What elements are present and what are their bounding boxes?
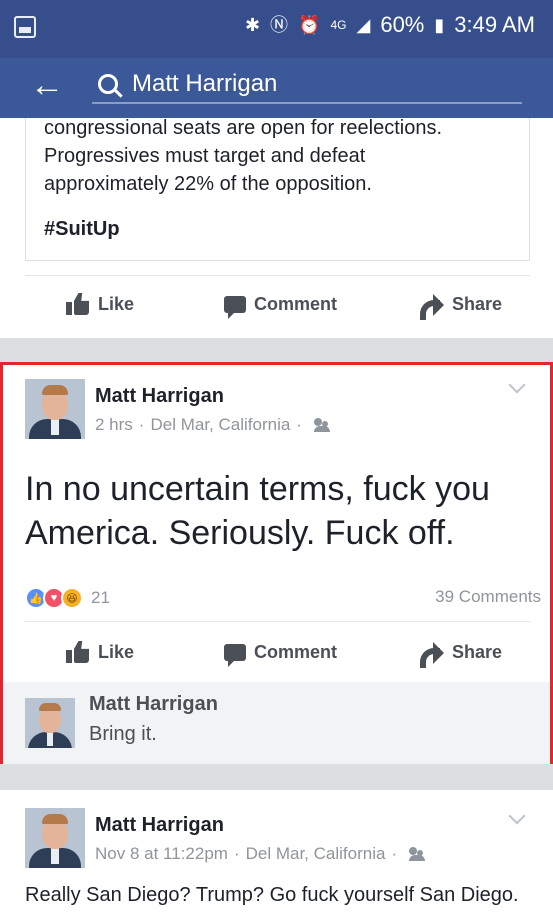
shared-text: congressional seats are open for reelect… (44, 117, 443, 195)
share-button[interactable]: Share (420, 642, 502, 668)
nfc-icon: Ⓝ (270, 15, 289, 35)
post-time[interactable]: 2 hrs (95, 415, 133, 435)
shared-content[interactable]: congressional seats are open for reelect… (25, 117, 530, 261)
comments-count-link[interactable]: 39 Comments (435, 587, 541, 607)
thumbs-up-icon (66, 293, 90, 315)
app-bar: ← Matt Harrigan (0, 58, 553, 118)
post-location[interactable]: Del Mar, California (246, 844, 386, 864)
search-bar[interactable]: Matt Harrigan (92, 66, 522, 104)
post-meta: 2 hrs · Del Mar, California · (95, 415, 332, 435)
alarm-icon: ⏰ (298, 15, 321, 35)
friends-privacy-icon (313, 418, 332, 432)
post-card-next: Matt Harrigan Nov 8 at 11:22pm · Del Mar… (0, 790, 553, 916)
back-arrow-icon[interactable]: ← (30, 68, 64, 102)
avatar[interactable] (25, 379, 85, 439)
chevron-down-icon[interactable] (508, 807, 526, 825)
post-card-previous: congressional seats are open for reelect… (0, 117, 553, 338)
action-bar: Like Comment Share (3, 624, 553, 680)
avatar[interactable] (25, 808, 85, 868)
post-text: In no uncertain terms, fuck you America.… (25, 470, 490, 552)
like-button[interactable]: Like (66, 641, 134, 663)
comment-avatar[interactable] (25, 698, 75, 748)
post-card-highlighted: Matt Harrigan 2 hrs · Del Mar, Californi… (0, 362, 553, 764)
comment-text: Bring it. (89, 723, 157, 745)
comment-bubble-icon (224, 295, 246, 319)
comment-bubble-icon (224, 643, 246, 667)
post-location[interactable]: Del Mar, California (150, 415, 290, 435)
reaction-count: 21 (91, 588, 110, 607)
post-time[interactable]: Nov 8 at 11:22pm (95, 844, 228, 864)
search-input[interactable]: Matt Harrigan (132, 70, 277, 98)
bluetooth-icon: ✱ (244, 15, 261, 35)
divider (25, 621, 530, 622)
share-button[interactable]: Share (420, 294, 502, 320)
clock: 3:49 AM (454, 12, 535, 37)
haha-reaction-icon: 😆 (61, 587, 83, 609)
post-text: Really San Diego? Trump? Go fuck yoursel… (25, 884, 519, 906)
image-icon (14, 16, 36, 38)
comment-item[interactable]: Matt Harrigan Bring it. (3, 682, 550, 764)
thumbs-up-icon (66, 641, 90, 663)
signal-icon: ◢ (356, 15, 371, 35)
friends-privacy-icon (409, 847, 427, 861)
hashtag-link[interactable]: #SuitUp (44, 218, 120, 241)
action-bar: Like Comment Share (0, 276, 553, 332)
battery-percent: 60% (380, 12, 425, 37)
chevron-down-icon[interactable] (508, 376, 526, 394)
comment-author[interactable]: Matt Harrigan (89, 693, 218, 716)
4g-lte-icon: 4G (330, 18, 347, 32)
comment-button[interactable]: Comment (224, 642, 337, 667)
battery-icon: ▮ (434, 15, 445, 35)
like-button[interactable]: Like (66, 293, 134, 315)
search-icon (98, 74, 118, 94)
post-meta: Nov 8 at 11:22pm · Del Mar, California · (95, 844, 427, 864)
comment-button[interactable]: Comment (224, 294, 337, 319)
share-arrow-icon (420, 642, 444, 668)
status-bar: ✱ Ⓝ ⏰ 4G ◢ 60% ▮ 3:49 AM (0, 0, 553, 58)
share-arrow-icon (420, 294, 444, 320)
post-author[interactable]: Matt Harrigan (95, 814, 224, 837)
reactions-summary[interactable]: 👍 ♥ 😆 21 (25, 587, 110, 609)
post-author[interactable]: Matt Harrigan (95, 385, 224, 408)
